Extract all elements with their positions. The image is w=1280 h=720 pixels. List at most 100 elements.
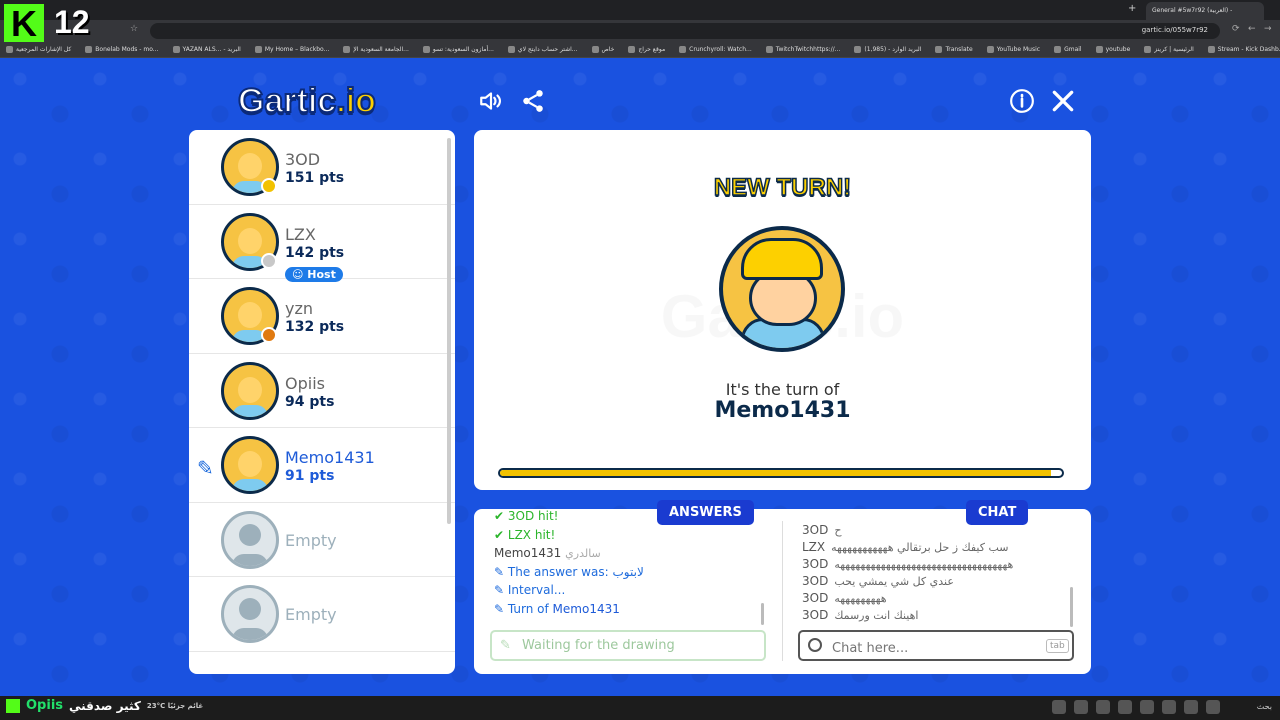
chat-line: 3OD اهينك انت ورسمك xyxy=(802,608,1064,625)
app-icon[interactable] xyxy=(1052,700,1066,714)
player-points: 142 pts xyxy=(285,244,345,261)
bookmark-item[interactable]: اشتر حساب دايتج لاي... xyxy=(507,46,578,53)
bookmark-icon xyxy=(935,46,943,53)
status-dot xyxy=(261,178,277,194)
taskbar-icons xyxy=(1052,700,1220,714)
gartic-logo[interactable]: Gartic.io xyxy=(237,81,377,121)
bookmark-item[interactable]: (1,985) - البريد الوارد xyxy=(854,46,921,53)
turn-of-label: It's the turn of xyxy=(725,380,840,399)
answers-scrollbar[interactable] xyxy=(761,603,764,625)
tab-hint: tab xyxy=(1046,639,1069,653)
app-icon[interactable] xyxy=(1206,700,1220,714)
players-scrollbar[interactable] xyxy=(447,138,451,524)
browser-tab[interactable]: General #5w7r92 (العربية) - xyxy=(1146,2,1264,20)
chat-user: 3OD xyxy=(802,591,829,605)
app-icon[interactable] xyxy=(1140,700,1154,714)
chat-label[interactable]: CHAT xyxy=(966,500,1029,525)
bookmark-icon xyxy=(854,46,862,53)
info-icon[interactable] xyxy=(1009,88,1035,114)
pencil-icon: ✎ xyxy=(494,601,505,616)
tab-title: General #5w7r92 (العربية) - xyxy=(1152,7,1233,14)
bookmark-item[interactable]: YouTube Music xyxy=(986,46,1040,53)
logo-suffix: .io xyxy=(335,81,377,121)
player-points: 91 pts xyxy=(285,468,335,484)
check-icon: ✔ xyxy=(494,509,505,523)
app-icon[interactable] xyxy=(1074,700,1088,714)
players-panel: 3OD 151 pts LZX 142 pts ☺ Host yzn 132 pts Opii… xyxy=(189,130,455,674)
chat-line: 3OD ح xyxy=(802,523,1064,540)
bookmark-icon xyxy=(591,46,599,53)
check-icon: ✔ xyxy=(494,527,505,542)
answer-line: ✎ Turn of Memo1431 xyxy=(494,601,620,616)
chat-line: LZX سب كيفك ز حل برتقالي هههههههههههه xyxy=(802,540,1064,557)
player-name: LZX xyxy=(285,224,316,244)
player-row[interactable]: Empty xyxy=(189,503,455,577)
app-icon[interactable] xyxy=(1096,700,1110,714)
bookmark-item[interactable]: Bonelab Mods - mo... xyxy=(85,46,159,53)
bookmark-item[interactable]: Stream - Kick Dashb... xyxy=(1207,46,1280,53)
answer-line: ✎ The answer was: لابتوب xyxy=(494,564,644,579)
chat-list: 3OD ح LZX سب كيفك ز حل برتقالي هههههههههههه… xyxy=(802,523,1064,625)
bookmark-item[interactable]: TwitchTwitchhttps://... xyxy=(765,46,840,53)
chat-line: 3OD عندي كل شي يمشي يحب xyxy=(802,574,1064,591)
back-icon[interactable]: ← xyxy=(1248,24,1256,34)
chat-user: 3OD xyxy=(802,574,829,588)
answers-list: ✔ 3OD hit! ✔ LZX hit! Memo1431 سالدري ✎ The… xyxy=(494,509,764,617)
bookmark-item[interactable]: خاص xyxy=(591,46,614,53)
player-points: 94 pts xyxy=(285,393,335,410)
player-name: Memo1431 xyxy=(285,448,375,467)
bookmark-item[interactable]: الرئيسية | كرينز xyxy=(1144,46,1194,53)
player-row[interactable]: ✎ Memo1431 91 pts xyxy=(189,428,455,503)
answers-chat-panel: ANSWERS CHAT ✔ 3OD hit! ✔ LZX hit! Memo143… xyxy=(474,500,1091,674)
bookmark-icon xyxy=(1144,46,1152,53)
timer-fill xyxy=(500,470,1051,476)
player-row[interactable]: yzn 132 pts xyxy=(189,279,455,354)
player-row[interactable]: LZX 142 pts ☺ Host xyxy=(189,205,455,282)
streamer-name: Opiis xyxy=(26,698,64,713)
player-row[interactable]: Empty xyxy=(189,577,455,652)
close-icon[interactable] xyxy=(1050,88,1076,114)
player-row[interactable]: 3OD 151 pts xyxy=(189,130,455,205)
status-dot xyxy=(261,327,277,343)
star-icon[interactable]: ☆ xyxy=(130,24,138,34)
weather[interactable]: 23°C غائم جزئيًا xyxy=(147,702,203,710)
bookmark-item[interactable]: youtube xyxy=(1095,46,1130,53)
chat-text: ههههههههههههههههههههههههههههههههههه xyxy=(834,558,1014,571)
player-avatar xyxy=(221,436,279,494)
app-icon[interactable] xyxy=(1162,700,1176,714)
drawing-canvas[interactable]: Gartic.io NEW TURN! It's the turn of Mem… xyxy=(474,130,1091,490)
chat-scrollbar[interactable] xyxy=(1070,587,1073,627)
forward-icon[interactable]: → xyxy=(1264,24,1272,34)
omnibox[interactable]: gartic.io/055w7r92 xyxy=(150,23,1220,39)
bookmark-item[interactable]: Crunchyroll: Watch... xyxy=(679,46,752,53)
bookmark-item[interactable]: الجامعة السعودية الإ... xyxy=(343,46,409,53)
kick-logo: K xyxy=(4,4,44,44)
sound-icon[interactable] xyxy=(478,88,504,114)
turn-timer-bar xyxy=(498,468,1064,478)
bookmark-item[interactable]: موقع حراج xyxy=(628,46,665,53)
bookmark-icon xyxy=(507,46,515,53)
player-row[interactable]: Opiis 94 pts xyxy=(189,354,455,428)
pencil-icon: ✎ xyxy=(500,638,511,653)
reload-icon[interactable]: ⟳ xyxy=(1232,24,1240,34)
answer-line: ✎ Interval... xyxy=(494,583,566,597)
bookmark-item[interactable]: أمازون السعودية: تسو... xyxy=(422,46,494,53)
chat-line: 3OD ههههههههههههههههههههههههههههههههههه xyxy=(802,557,1064,574)
share-icon[interactable] xyxy=(520,88,546,114)
new-tab-icon[interactable]: + xyxy=(1128,3,1136,14)
bookmark-item[interactable]: Translate xyxy=(935,46,973,53)
bookmark-item[interactable]: My Home – Blackbo... xyxy=(254,46,329,53)
chat-input[interactable] xyxy=(798,630,1074,661)
browser-tabbar: + General #5w7r92 (العربية) - xyxy=(0,0,1280,20)
panel-divider xyxy=(782,521,783,661)
bookmark-item[interactable]: كل الإشارات المرجعية xyxy=(6,46,71,53)
bookmark-item[interactable]: YAZAN ALS... - البريد xyxy=(172,46,241,53)
chat-user: LZX xyxy=(802,540,826,554)
player-name: Empty xyxy=(285,605,337,624)
bookmark-icon xyxy=(679,46,687,53)
answer-input[interactable]: ✎ Waiting for the drawing xyxy=(490,630,766,661)
taskbar-search[interactable]: بحث xyxy=(1257,702,1272,711)
app-icon[interactable] xyxy=(1118,700,1132,714)
app-icon[interactable] xyxy=(1184,700,1198,714)
bookmark-item[interactable]: Gmail xyxy=(1054,46,1082,53)
